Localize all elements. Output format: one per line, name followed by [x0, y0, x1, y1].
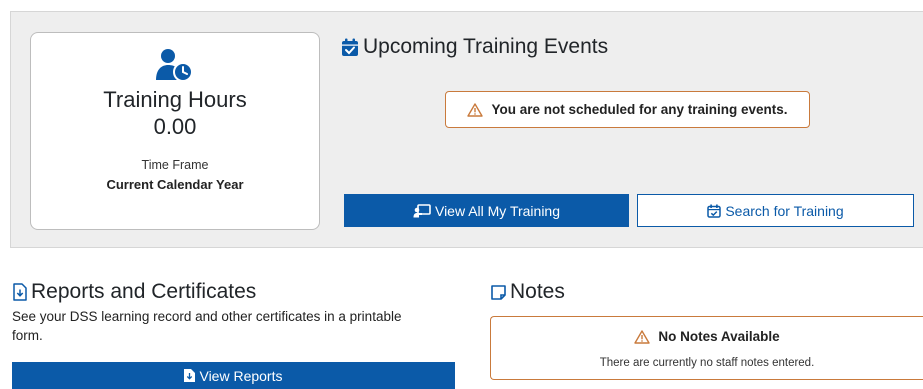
view-reports-button[interactable]: View Reports — [12, 362, 455, 389]
time-frame-label: Time Frame — [141, 158, 209, 172]
chalkboard-teacher-icon — [413, 203, 431, 218]
training-hours-title: Training Hours — [103, 87, 247, 112]
training-hours-value: 0.00 — [153, 114, 197, 139]
file-icon — [184, 369, 196, 382]
no-events-alert-text: You are not scheduled for any training e… — [491, 102, 788, 117]
no-notes-alert-text: There are currently no staff notes enter… — [599, 357, 815, 369]
user-clock-icon — [155, 47, 195, 83]
no-notes-alert-title: No Notes Available — [491, 329, 923, 344]
reports-title: Reports and Certificates — [31, 280, 257, 303]
training-hours-card: Training Hours 0.00 Time Frame Current C… — [30, 32, 320, 230]
sticky-note-icon — [490, 284, 507, 301]
upcoming-events-heading: Upcoming Training Events — [341, 35, 608, 59]
warning-triangle-icon — [467, 102, 484, 117]
reports-heading: Reports and Certificates — [12, 280, 256, 304]
search-training-button[interactable]: Search for Training — [637, 194, 914, 227]
warning-triangle-icon — [634, 329, 651, 344]
upcoming-events-title: Upcoming Training Events — [363, 35, 609, 58]
time-frame-value: Current Calendar Year — [106, 177, 244, 192]
view-all-training-label: View All My Training — [434, 202, 560, 219]
view-all-training-button[interactable]: View All My Training — [344, 194, 629, 227]
notes-title: Notes — [510, 280, 565, 303]
notes-heading: Notes — [490, 280, 565, 304]
reports-description: See your DSS learning record and other c… — [12, 309, 402, 343]
search-training-label: Search for Training — [725, 202, 844, 219]
no-notes-alert: No Notes Available There are currently n… — [490, 316, 923, 380]
no-events-alert: You are not scheduled for any training e… — [445, 91, 810, 128]
view-reports-label: View Reports — [199, 367, 283, 384]
calendar-search-icon — [707, 204, 722, 218]
file-download-icon — [12, 283, 28, 301]
no-notes-title-text: No Notes Available — [658, 329, 780, 344]
calendar-check-icon — [341, 38, 359, 57]
